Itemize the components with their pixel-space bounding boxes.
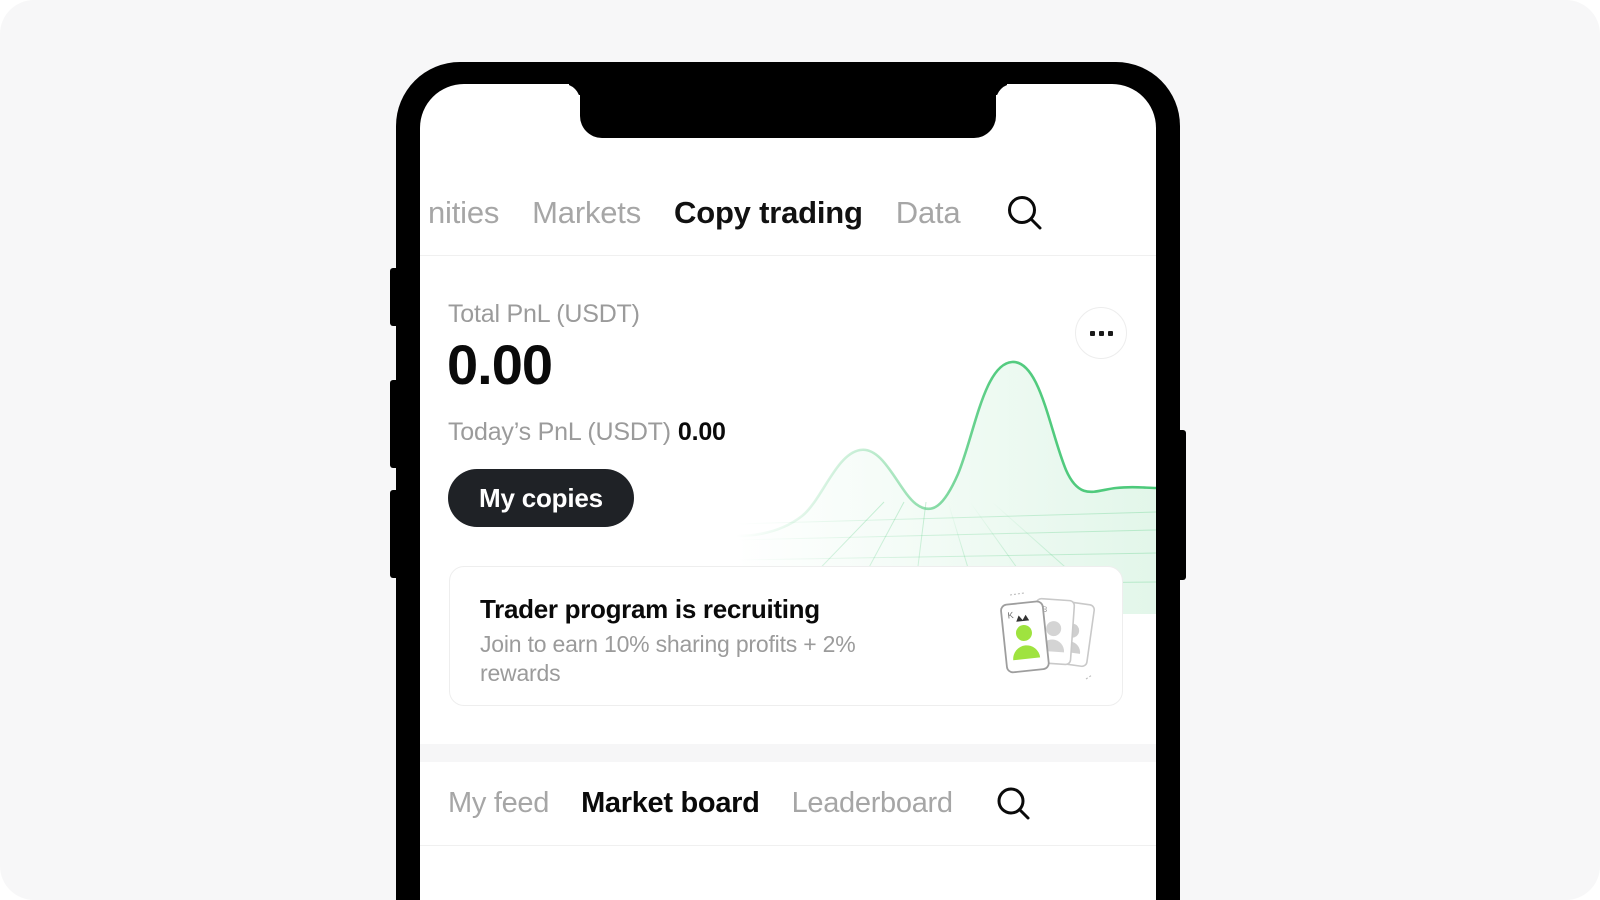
search-icon[interactable] bbox=[993, 783, 1035, 825]
board-content-area bbox=[420, 846, 1156, 900]
total-pnl-label: Total PnL (USDT) bbox=[448, 300, 640, 328]
power-button[interactable] bbox=[1178, 430, 1186, 580]
phone-notch bbox=[580, 84, 996, 138]
nav-item-markets[interactable]: Markets bbox=[532, 195, 641, 231]
tab-leaderboard[interactable]: Leaderboard bbox=[792, 787, 953, 820]
silent-switch-button[interactable] bbox=[390, 268, 398, 326]
svg-text:K: K bbox=[1007, 610, 1014, 621]
nav-item-data[interactable]: Data bbox=[896, 195, 961, 231]
trader-cards-icon: T B K bbox=[1000, 592, 1096, 680]
volume-up-button[interactable] bbox=[390, 380, 398, 468]
today-pnl-row: Today’s PnL (USDT) 0.00 bbox=[448, 418, 726, 447]
board-tab-bar: My feed Market board Leaderboard bbox=[420, 762, 1156, 846]
my-copies-button[interactable]: My copies bbox=[448, 469, 634, 527]
nav-item-opportunities[interactable]: nities bbox=[428, 195, 499, 231]
trader-program-promo-card[interactable]: Trader program is recruiting Join to ear… bbox=[449, 566, 1123, 706]
tab-my-feed[interactable]: My feed bbox=[448, 787, 549, 820]
search-icon[interactable] bbox=[1003, 191, 1047, 235]
promo-subtitle: Join to earn 10% sharing profits + 2% re… bbox=[480, 631, 856, 686]
ellipsis-icon bbox=[1089, 330, 1113, 336]
total-pnl-value: 0.00 bbox=[447, 333, 553, 396]
tab-market-board[interactable]: Market board bbox=[581, 787, 760, 820]
promo-title: Trader program is recruiting bbox=[480, 594, 820, 624]
section-separator-band bbox=[420, 744, 1156, 762]
today-pnl-label: Today’s PnL (USDT) bbox=[448, 418, 671, 446]
phone-screen: nities Markets Copy trading Data Total P… bbox=[420, 84, 1156, 900]
page-root: nities Markets Copy trading Data Total P… bbox=[0, 0, 1600, 900]
more-options-button[interactable] bbox=[1075, 307, 1127, 359]
top-navigation-bar: nities Markets Copy trading Data bbox=[420, 170, 1156, 256]
nav-item-copy-trading[interactable]: Copy trading bbox=[674, 195, 863, 231]
today-pnl-value: 0.00 bbox=[677, 418, 726, 446]
volume-down-button[interactable] bbox=[390, 490, 398, 578]
